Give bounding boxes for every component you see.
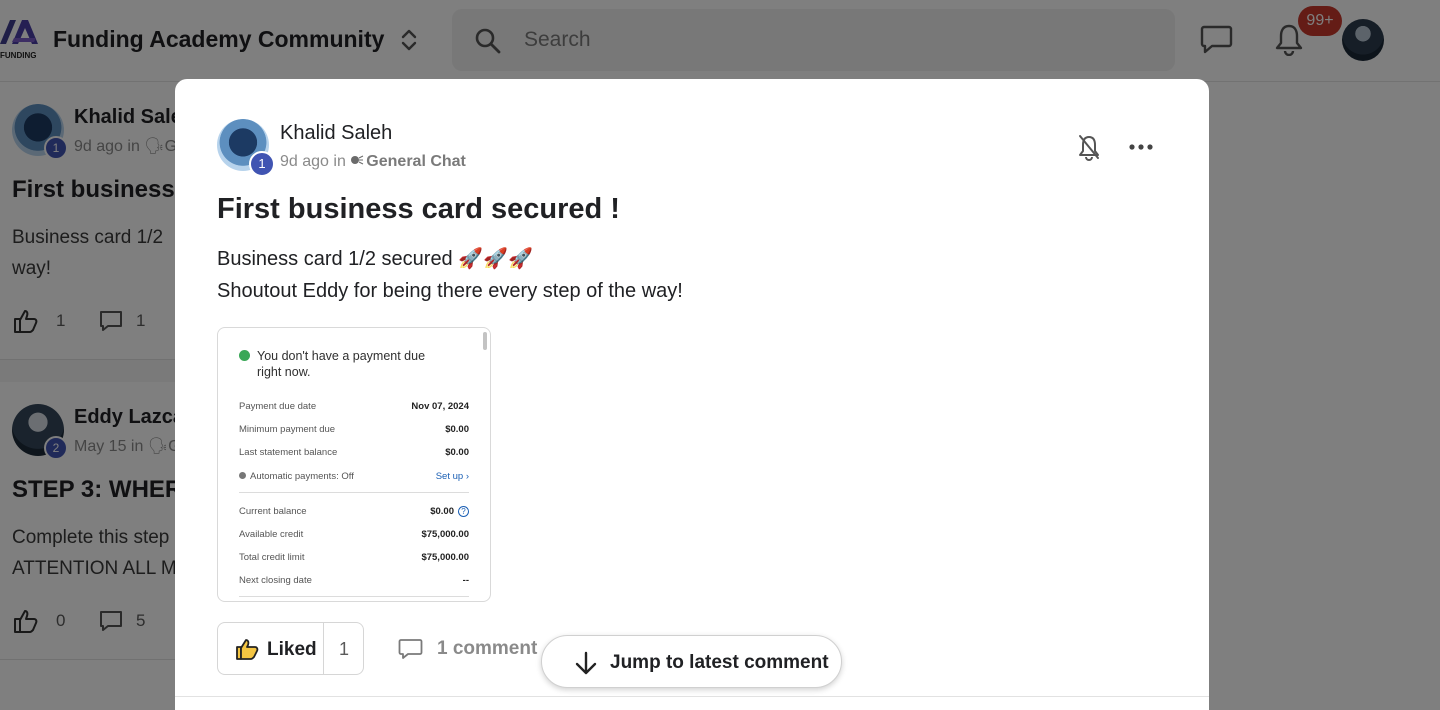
row-value: $75,000.00: [421, 552, 469, 563]
jump-to-latest-comment-button[interactable]: Jump to latest comment: [541, 635, 842, 688]
post-body-line: Shoutout Eddy for being there every step…: [217, 280, 683, 302]
row-label-text: Automatic payments: Off: [250, 471, 354, 482]
setup-link-text: Set up: [435, 471, 464, 482]
arrow-down-icon: [575, 651, 597, 675]
status-dot-icon: [239, 472, 246, 479]
like-button[interactable]: Liked 1: [217, 622, 364, 675]
bell-off-icon[interactable]: [1077, 133, 1101, 161]
attachment-scrollbar: [483, 332, 487, 350]
row-value: $75,000.00: [421, 529, 469, 540]
image-attachment[interactable]: You don't have a payment due right now. …: [217, 327, 491, 602]
comment-icon: [398, 639, 423, 659]
row-value: Nov 07, 2024: [411, 401, 469, 412]
row-link: Set up ›: [436, 471, 469, 482]
row-value: $0.00: [445, 447, 469, 458]
post-detail-modal: 1 Khalid Saleh 9d ago in General Chat Fi…: [175, 79, 1209, 710]
row-label: Total credit limit: [239, 552, 305, 563]
level-badge: 1: [249, 151, 275, 177]
post-body: Business card 1/2 secured 🚀🚀🚀 Shoutout E…: [217, 243, 683, 307]
row-label: Available credit: [239, 529, 304, 540]
speaking-head-icon: [351, 155, 364, 165]
like-label: Liked: [267, 639, 317, 660]
jump-label: Jump to latest comment: [610, 652, 829, 673]
row-label: Next closing date: [239, 575, 312, 586]
help-icon: ?: [458, 506, 469, 517]
row-label: Last statement balance: [239, 447, 338, 458]
like-count[interactable]: 1: [324, 639, 364, 660]
row-value: $0.00?: [430, 506, 469, 517]
row-label: Automatic payments: Off: [239, 471, 354, 482]
row-value-text: $0.00: [430, 506, 454, 517]
post-meta: 9d ago in General Chat: [280, 153, 466, 171]
row-label: Payment due date: [239, 401, 317, 412]
divider: [239, 596, 469, 597]
thumbs-up-icon: [236, 639, 259, 660]
row-value: $0.00: [445, 424, 469, 435]
author-name[interactable]: Khalid Saleh: [280, 122, 392, 145]
category-link[interactable]: General Chat: [366, 153, 466, 170]
chevron-right-icon: ›: [465, 471, 469, 482]
row-label: Current balance: [239, 506, 307, 517]
more-options-icon[interactable]: [1128, 137, 1154, 157]
check-circle-icon: [239, 350, 250, 361]
divider: [175, 696, 1209, 697]
payment-status: You don't have a payment due right now.: [239, 348, 440, 380]
post-title: First business card secured !: [217, 193, 620, 225]
post-time: 9d ago in: [280, 153, 346, 170]
comment-count-label: 1 comment: [437, 638, 538, 659]
post-body-line: Business card 1/2 secured 🚀🚀🚀: [217, 248, 533, 270]
row-label: Minimum payment due: [239, 424, 336, 435]
payment-status-text: You don't have a payment due right now.: [257, 349, 426, 379]
row-value: --: [462, 575, 469, 586]
divider: [239, 492, 469, 493]
